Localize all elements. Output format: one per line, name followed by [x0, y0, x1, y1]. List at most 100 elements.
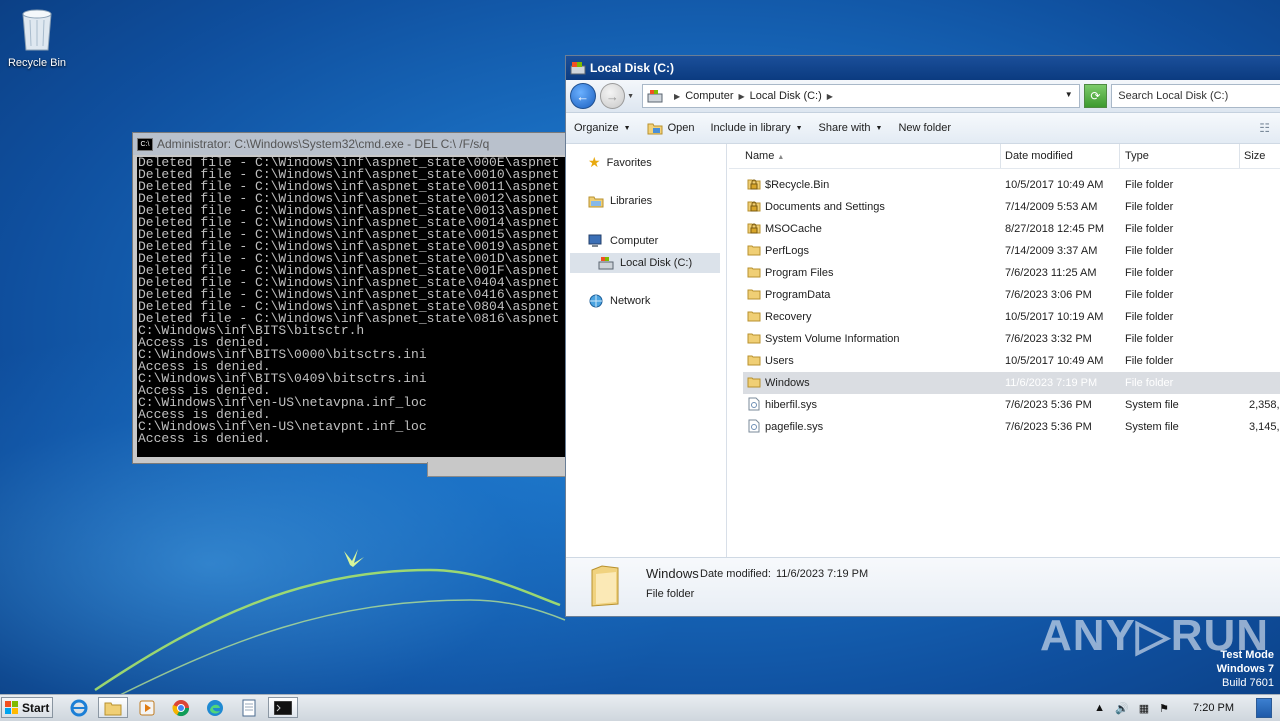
share-with-button[interactable]: Share with ▼ — [811, 122, 891, 134]
taskbar-ie[interactable] — [64, 697, 94, 718]
file-date: 7/6/2023 3:06 PM — [1005, 289, 1092, 301]
folder-icon — [747, 309, 761, 323]
details-type: File folder — [646, 588, 695, 600]
col-type[interactable]: Type — [1125, 150, 1149, 162]
refresh-button[interactable]: ⟳ — [1083, 84, 1108, 108]
nav-libraries[interactable]: Libraries — [588, 194, 652, 208]
nav-network[interactable]: Network — [588, 294, 650, 308]
file-name: pagefile.sys — [765, 421, 824, 433]
file-date: 10/5/2017 10:49 AM — [1005, 355, 1104, 367]
drive-icon — [570, 62, 586, 75]
address-dropdown-icon[interactable]: ▼ — [1065, 90, 1073, 99]
include-in-library-button[interactable]: Include in library ▼ — [703, 122, 811, 134]
address-bar[interactable]: ▶ Computer ▶ Local Disk (C:) ▶ ▼ — [642, 84, 1080, 108]
file-row-msocache[interactable]: MSOCache 8/27/2018 12:45 PM File folder — [743, 218, 1280, 240]
cmd-window[interactable]: C:\ Administrator: C:\Windows\System32\c… — [132, 132, 570, 464]
action-center-flag-icon[interactable]: ⚑ — [1159, 702, 1169, 715]
volume-icon[interactable]: 🔊 — [1115, 702, 1129, 715]
explorer-titlebar[interactable]: Local Disk (C:) — [566, 56, 1280, 80]
new-folder-label: New folder — [898, 122, 952, 134]
show-hidden-icons-icon[interactable]: ▲ — [1094, 702, 1105, 714]
file-row-programdata[interactable]: ProgramData 7/6/2023 3:06 PM File folder — [743, 284, 1280, 306]
folder-icon — [747, 331, 761, 345]
file-row-pagefile-sys[interactable]: pagefile.sys 7/6/2023 5:36 PM System file 3… — [743, 416, 1280, 438]
file-row-perflogs[interactable]: PerfLogs 7/14/2009 3:37 AM File folder — [743, 240, 1280, 262]
media-player-icon — [139, 700, 155, 715]
nav-libraries-label: Libraries — [610, 195, 653, 207]
file-row-users[interactable]: Users 10/5/2017 10:49 AM File folder — [743, 350, 1280, 372]
taskbar-cmd[interactable] — [268, 697, 298, 718]
file-row-windows[interactable]: Windows 11/6/2023 7:19 PM File folder — [743, 372, 1280, 394]
taskbar-edge[interactable] — [200, 697, 230, 718]
breadcrumb-arrow-icon[interactable]: ▶ — [674, 92, 680, 101]
start-label: Start — [22, 700, 50, 715]
cmd-line: Access is denied. — [138, 431, 271, 446]
taskbar-notepad[interactable] — [234, 697, 264, 718]
chevron-down-icon: ▼ — [875, 124, 883, 132]
change-view-icon[interactable]: ☷ — [1259, 121, 1270, 135]
taskbar-chrome[interactable] — [166, 697, 196, 718]
file-row-program-files[interactable]: Program Files 7/6/2023 11:25 AM File folde… — [743, 262, 1280, 284]
include-in-library-label: Include in library — [710, 122, 791, 134]
file-row--recycle-bin[interactable]: $Recycle.Bin 10/5/2017 10:49 AM File folde… — [743, 174, 1280, 196]
nav-computer[interactable]: Computer — [588, 234, 658, 248]
file-name: PerfLogs — [765, 245, 810, 257]
cmd-output[interactable]: Deleted file - C:\Windows\inf\aspnet_sta… — [137, 157, 569, 457]
search-placeholder: Search Local Disk (C:) — [1118, 90, 1229, 102]
libraries-icon — [588, 196, 604, 208]
explorer-window[interactable]: Local Disk (C:) ← → ▼ ▶ Computer ▶ Local… — [565, 55, 1280, 617]
taskbar-media-player[interactable] — [132, 697, 162, 718]
recycle-bin[interactable]: Recycle Bin — [6, 6, 68, 69]
file-type: File folder — [1125, 333, 1174, 345]
file-row-hiberfil-sys[interactable]: hiberfil.sys 7/6/2023 5:36 PM System file 2… — [743, 394, 1280, 416]
folder-icon — [747, 243, 761, 257]
file-type: File folder — [1125, 355, 1174, 367]
folder-icon — [747, 265, 761, 279]
file-name: ProgramData — [765, 289, 831, 301]
col-size[interactable]: Size — [1244, 150, 1265, 162]
start-button[interactable]: Start — [1, 697, 53, 718]
nav-favorites[interactable]: ★ Favorites — [588, 154, 652, 171]
breadcrumb-arrow-icon[interactable]: ▶ — [827, 92, 833, 101]
column-divider[interactable] — [1000, 144, 1001, 168]
clock[interactable]: 7:20 PM — [1193, 702, 1234, 714]
back-button[interactable]: ← — [570, 83, 596, 109]
locked-folder-icon — [747, 177, 761, 191]
file-row-recovery[interactable]: Recovery 10/5/2017 10:19 AM File folder — [743, 306, 1280, 328]
taskbar-explorer[interactable] — [98, 697, 128, 718]
breadcrumb-local-disk[interactable]: Local Disk (C:) — [750, 90, 822, 102]
search-input[interactable]: Search Local Disk (C:) — [1111, 84, 1280, 108]
chevron-down-icon: ▼ — [623, 124, 631, 132]
test-mode-line2: Windows 7 — [1216, 663, 1274, 675]
nav-local-disk[interactable]: Local Disk (C:) — [570, 253, 720, 273]
recent-pages-dropdown-icon[interactable]: ▼ — [627, 93, 634, 100]
breadcrumb-computer[interactable]: Computer — [685, 90, 733, 102]
column-divider[interactable] — [1119, 144, 1120, 168]
col-name[interactable]: Name ▲ — [745, 150, 784, 162]
file-name: Program Files — [765, 267, 834, 279]
file-date: 7/6/2023 5:36 PM — [1005, 421, 1092, 433]
col-date-modified[interactable]: Date modified — [1005, 150, 1073, 162]
ie-icon — [70, 699, 88, 716]
file-row-system-volume-information[interactable]: System Volume Information 7/6/2023 3:32 P… — [743, 328, 1280, 350]
organize-button[interactable]: Organize ▼ — [566, 122, 639, 134]
details-name: Windows — [646, 566, 699, 581]
breadcrumb-arrow-icon[interactable]: ▶ — [738, 92, 744, 101]
drive-icon — [598, 257, 614, 270]
system-file-icon — [747, 419, 761, 433]
network-tray-icon[interactable]: ▦ — [1139, 702, 1149, 715]
cmd-titlebar[interactable]: C:\ Administrator: C:\Windows\System32\c… — [133, 133, 569, 155]
new-folder-button[interactable]: New folder — [890, 122, 959, 134]
test-mode-line3: Build 7601 — [1222, 677, 1274, 689]
forward-button[interactable]: → — [599, 83, 626, 109]
explorer-icon — [104, 702, 122, 715]
open-button[interactable]: Open — [639, 122, 703, 135]
file-type: File folder — [1125, 245, 1174, 257]
show-desktop-button[interactable] — [1256, 698, 1272, 718]
file-row-documents-and-settings[interactable]: Documents and Settings 7/14/2009 5:53 AM F… — [743, 196, 1280, 218]
file-date: 10/5/2017 10:19 AM — [1005, 311, 1104, 323]
column-divider[interactable] — [1239, 144, 1240, 168]
file-name: Recovery — [765, 311, 812, 323]
file-type: File folder — [1125, 377, 1174, 389]
share-with-label: Share with — [818, 122, 871, 134]
